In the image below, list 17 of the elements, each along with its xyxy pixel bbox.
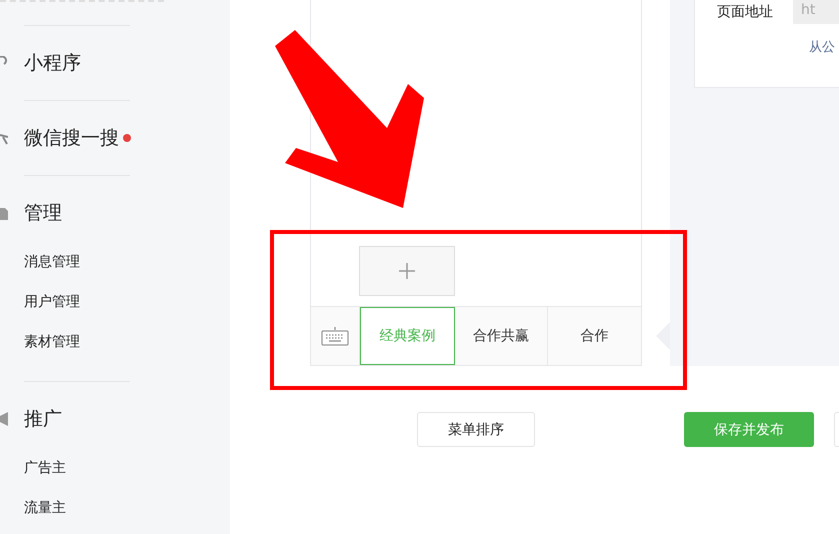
keyboard-icon[interactable] bbox=[321, 326, 349, 346]
sidebar-heading[interactable]: 小程序 bbox=[24, 50, 81, 76]
sidebar-heading[interactable]: 管理 bbox=[24, 200, 62, 226]
arrow-icon bbox=[0, 131, 8, 145]
sidebar-heading[interactable]: 微信搜一搜 bbox=[24, 125, 119, 151]
sidebar-item[interactable]: 流量主 bbox=[24, 488, 230, 528]
sidebar-item[interactable]: 用户管理 bbox=[24, 282, 230, 322]
speaker-icon bbox=[0, 412, 8, 426]
plus-icon bbox=[399, 263, 415, 279]
sidebar-item[interactable]: 素材管理 bbox=[24, 322, 230, 362]
folder-icon bbox=[0, 206, 8, 220]
sidebar-item[interactable]: 消息管理 bbox=[24, 242, 230, 282]
sidebar-item[interactable]: 广告主 bbox=[24, 448, 230, 488]
sidebar-heading[interactable]: 推广 bbox=[24, 406, 62, 432]
select-link[interactable]: 从公 bbox=[809, 38, 839, 56]
sort-button[interactable]: 菜单排序 bbox=[417, 412, 535, 447]
field-label: 页面地址 bbox=[717, 3, 773, 21]
